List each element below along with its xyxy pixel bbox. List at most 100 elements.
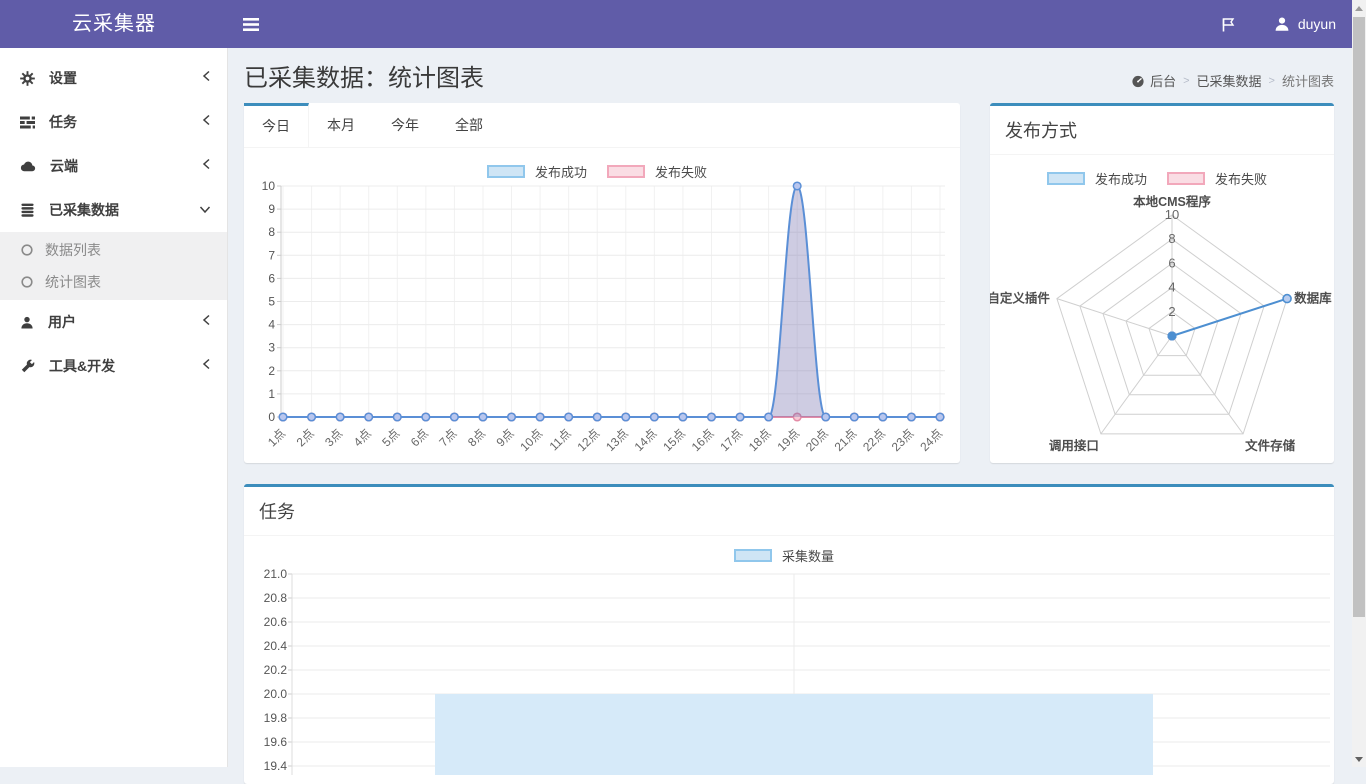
svg-text:文件存储: 文件存储: [1245, 438, 1296, 453]
svg-text:19.8: 19.8: [264, 711, 288, 725]
svg-text:19.4: 19.4: [264, 759, 288, 773]
legend-success-swatch[interactable]: [1047, 172, 1085, 185]
tasks-bar-chart: 21.020.820.620.420.220.019.819.619.4: [244, 565, 1334, 775]
gear-icon: [20, 71, 35, 86]
circle-o-icon: [21, 276, 33, 288]
svg-text:5点: 5点: [379, 426, 402, 449]
sidebar-item-label: 工具&开发: [49, 356, 115, 376]
flag-icon: [1220, 16, 1236, 33]
sidebar-subitem-label: 统计图表: [45, 272, 101, 292]
chevron-left-icon: [202, 157, 211, 175]
svg-text:20.4: 20.4: [264, 639, 288, 653]
svg-text:23点: 23点: [889, 426, 917, 454]
svg-text:12点: 12点: [575, 426, 603, 454]
legend-fail-swatch[interactable]: [1167, 172, 1205, 185]
tab-all[interactable]: 全部: [437, 103, 501, 147]
tasks-chart-legend: 采集数量: [244, 546, 1334, 565]
breadcrumb-current: 统计图表: [1282, 71, 1334, 90]
breadcrumb-separator: >: [1269, 75, 1275, 87]
chevron-down-icon: [199, 201, 211, 219]
tab-this-month[interactable]: 本月: [309, 103, 373, 147]
scrollbar-down-arrow[interactable]: [1352, 751, 1366, 767]
panel-title-row: 任务: [244, 487, 1334, 536]
breadcrumb-home[interactable]: 后台: [1131, 71, 1176, 90]
legend-success-label[interactable]: 发布成功: [535, 162, 587, 181]
sidebar-item-users[interactable]: 用户: [0, 300, 227, 344]
svg-text:10: 10: [1165, 207, 1179, 222]
svg-text:13点: 13点: [603, 426, 631, 454]
daily-stats-panel: 今日 本月 今年 全部 发布成功 发布失败 0123456789101点2点3点…: [244, 103, 960, 463]
svg-text:7点: 7点: [436, 426, 459, 449]
publish-method-radar-chart: 246810本地CMS程序数据库文件存储调用接口自定义插件: [990, 188, 1334, 465]
window-scrollbar: [1352, 0, 1366, 767]
legend-fail-swatch[interactable]: [607, 165, 645, 178]
svg-text:2: 2: [268, 364, 275, 378]
sidebar-item-cloud[interactable]: 云端: [0, 144, 227, 188]
sidebar-item-label: 设置: [49, 68, 77, 88]
legend-success-label[interactable]: 发布成功: [1095, 169, 1147, 188]
flag-button[interactable]: [1214, 0, 1242, 48]
sidebar-subitem-stats-chart[interactable]: 统计图表: [0, 266, 227, 298]
svg-text:6: 6: [1168, 255, 1175, 270]
svg-text:3: 3: [268, 341, 275, 355]
sidebar-subitem-label: 数据列表: [45, 240, 101, 260]
svg-text:20.2: 20.2: [264, 663, 288, 677]
svg-text:21点: 21点: [832, 426, 860, 454]
sidebar-item-label: 用户: [48, 312, 76, 332]
sidebar-item-settings[interactable]: 设置: [0, 56, 227, 100]
hamburger-icon: [243, 18, 259, 31]
sidebar-toggle-button[interactable]: [228, 0, 274, 48]
legend-success-swatch[interactable]: [487, 165, 525, 178]
svg-text:20点: 20点: [803, 426, 831, 454]
scrollbar-up-arrow[interactable]: [1352, 0, 1366, 16]
panel-title: 任务: [259, 502, 295, 522]
sidebar: 设置 任务 云端: [0, 48, 228, 767]
svg-text:10: 10: [262, 181, 276, 193]
svg-text:4点: 4点: [351, 426, 374, 449]
legend-collect-swatch[interactable]: [734, 549, 772, 562]
wrench-icon: [20, 359, 35, 374]
app-brand[interactable]: 云采集器: [0, 0, 228, 48]
scrollbar-thumb[interactable]: [1353, 17, 1365, 617]
daily-chart-legend: 发布成功 发布失败: [244, 162, 960, 181]
svg-text:1: 1: [268, 387, 275, 401]
svg-text:0: 0: [268, 410, 275, 424]
svg-text:11点: 11点: [547, 426, 574, 453]
svg-text:6点: 6点: [408, 426, 431, 449]
period-tabs: 今日 本月 今年 全部: [244, 103, 960, 148]
legend-collect-label[interactable]: 采集数量: [782, 546, 834, 565]
svg-text:9点: 9点: [494, 426, 517, 449]
user-icon: [20, 315, 34, 330]
svg-text:8点: 8点: [465, 426, 488, 449]
tab-this-year[interactable]: 今年: [373, 103, 437, 147]
breadcrumb-section[interactable]: 已采集数据: [1197, 71, 1262, 90]
chevron-left-icon: [202, 69, 211, 87]
tab-today[interactable]: 今日: [244, 103, 309, 147]
legend-fail-label[interactable]: 发布失败: [655, 162, 707, 181]
svg-text:数据库: 数据库: [1293, 291, 1332, 306]
svg-text:9: 9: [268, 202, 275, 216]
tasks-panel: 任务 采集数量 21.020.820.620.420.220.019.819.6…: [244, 484, 1334, 784]
content-header: 已采集数据：统计图表 后台 > 已采集数据 > 统计图表: [244, 58, 1334, 100]
top-navbar: 云采集器 duyun: [0, 0, 1352, 48]
sidebar-item-collected-data[interactable]: 已采集数据: [0, 188, 227, 232]
breadcrumb: 后台 > 已采集数据 > 统计图表: [1131, 71, 1334, 90]
sidebar-item-label: 云端: [50, 156, 78, 176]
svg-text:4: 4: [1168, 280, 1175, 295]
svg-text:4: 4: [268, 318, 275, 332]
svg-text:20.8: 20.8: [264, 591, 288, 605]
svg-text:19.6: 19.6: [264, 735, 288, 749]
sidebar-subitem-data-list[interactable]: 数据列表: [0, 234, 227, 266]
cloud-icon: [20, 159, 36, 174]
sidebar-item-tasks[interactable]: 任务: [0, 100, 227, 144]
svg-text:7: 7: [268, 248, 275, 262]
dashboard-icon: [1131, 74, 1145, 88]
svg-text:1点: 1点: [265, 426, 288, 449]
legend-fail-label[interactable]: 发布失败: [1215, 169, 1267, 188]
user-menu-button[interactable]: duyun: [1268, 0, 1342, 48]
sidebar-item-label: 已采集数据: [49, 200, 119, 220]
chevron-left-icon: [202, 357, 211, 375]
sidebar-item-tools-dev[interactable]: 工具&开发: [0, 344, 227, 388]
user-icon: [1274, 16, 1290, 32]
svg-text:14点: 14点: [632, 426, 660, 454]
